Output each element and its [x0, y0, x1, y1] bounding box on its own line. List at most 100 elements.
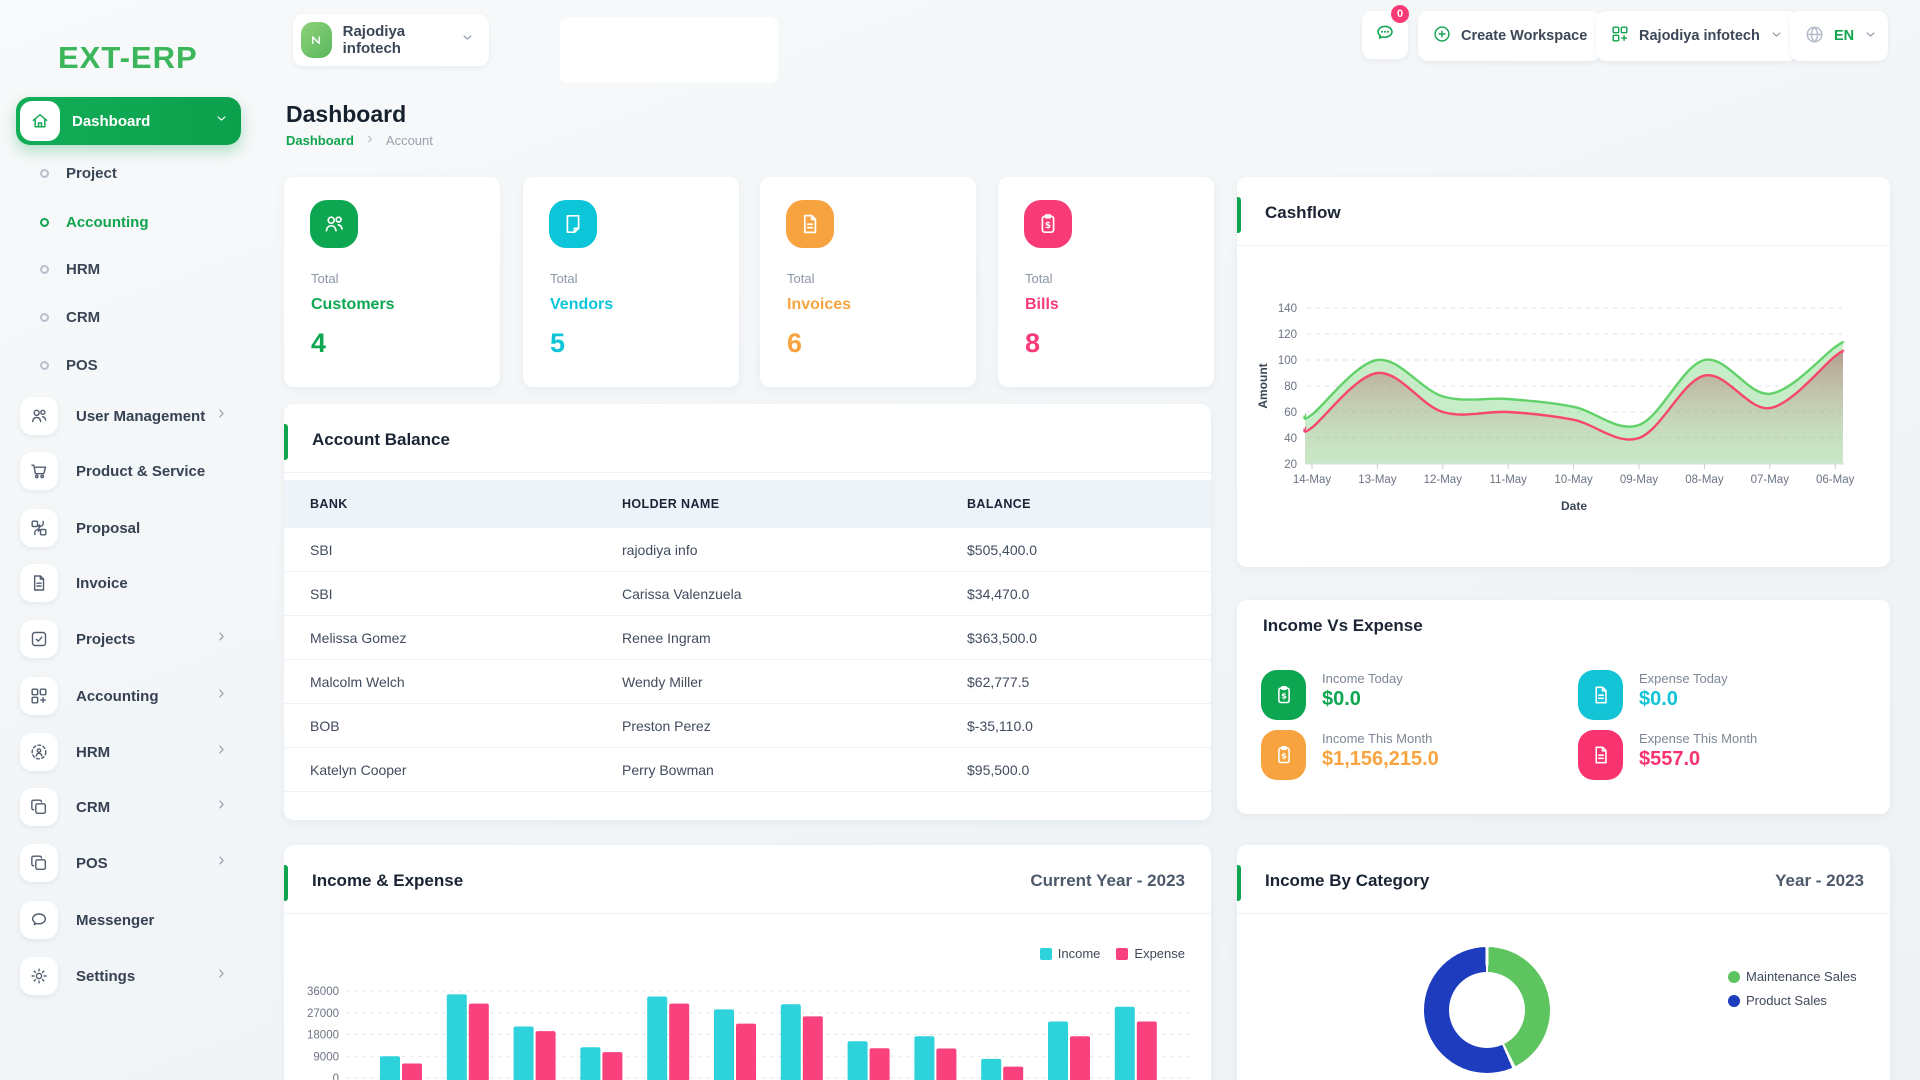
sidebar-item-proposal[interactable]: Proposal	[0, 509, 260, 547]
ive-label: Expense Today	[1639, 671, 1728, 686]
chat-icon	[20, 901, 58, 939]
svg-text:60: 60	[1284, 407, 1297, 419]
globe-icon	[1804, 24, 1825, 49]
sidebar-item-user-management[interactable]: User Management	[0, 397, 260, 435]
create-workspace-button[interactable]: Create Workspace	[1418, 11, 1602, 61]
card-title: Income Vs Expense	[1263, 616, 1423, 635]
svg-text:$: $	[1281, 751, 1287, 761]
cell-holder-name: rajodiya info	[622, 541, 698, 558]
ive-label: Income Today	[1322, 671, 1403, 686]
cell-bank: BOB	[310, 717, 340, 734]
table-row: Melissa Gomez Renee Ingram $363,500.0	[284, 616, 1211, 660]
cell-bank: SBI	[310, 541, 333, 558]
chevron-down-icon	[460, 30, 475, 50]
sidebar-item-pos[interactable]: POS	[0, 844, 260, 882]
stat-label: Customers	[311, 296, 395, 313]
svg-text:12-May: 12-May	[1424, 474, 1463, 486]
cell-holder-name: Carissa Valenzuela	[622, 585, 742, 602]
svg-text:Date: Date	[1561, 499, 1587, 513]
bullet-icon	[40, 264, 49, 274]
stat-card-customers[interactable]: Total Customers 4	[284, 177, 500, 387]
sidebar-item-crm[interactable]: CRM	[0, 788, 260, 826]
cell-holder-name: Renee Ingram	[622, 629, 711, 646]
donut-legend: Maintenance Sales Product Sales	[1728, 969, 1857, 1008]
sidebar-item-label: POS	[66, 356, 98, 374]
sidebar-item-settings[interactable]: Settings	[0, 957, 260, 995]
cell-holder-name: Wendy Miller	[622, 673, 703, 690]
stat-prefix: Total	[1025, 271, 1053, 286]
table-body: SBI rajodiya info $505,400.0 SBI Carissa Val…	[284, 528, 1211, 792]
workspace-chip[interactable]: Rajodiya infotech	[293, 14, 489, 66]
svg-text:140: 140	[1278, 303, 1297, 315]
stat-card-invoices[interactable]: Total Invoices 6	[760, 177, 976, 387]
svg-text:08-May: 08-May	[1685, 474, 1724, 486]
sidebar-item-product-service[interactable]: Product & Service	[0, 452, 260, 490]
sidebar-shortcut-accounting[interactable]: Accounting	[0, 208, 260, 236]
chevron-right-icon	[214, 629, 229, 649]
stat-prefix: Total	[550, 271, 578, 286]
file-text-icon	[1578, 730, 1623, 780]
sidebar-shortcut-project[interactable]: Project	[0, 159, 260, 187]
person-target-icon	[20, 733, 58, 771]
breadcrumb-root[interactable]: Dashboard	[286, 133, 354, 148]
legend-label: Product Sales	[1746, 993, 1827, 1008]
card-accent	[284, 424, 288, 460]
home-icon	[20, 101, 60, 141]
file-text-icon	[20, 564, 58, 602]
cell-bank: Melissa Gomez	[310, 629, 407, 646]
svg-text:27000: 27000	[307, 1008, 339, 1020]
legend-item-maintenance-sales[interactable]: Maintenance Sales	[1728, 969, 1857, 984]
sidebar-shortcut-pos[interactable]: POS	[0, 351, 260, 379]
income-expense-card: Income & Expense Current Year - 2023 Inc…	[284, 845, 1211, 1080]
card-subtitle: Year - 2023	[1775, 871, 1864, 890]
ive-value: $0.0	[1322, 688, 1361, 710]
chat-icon	[1374, 22, 1396, 48]
sidebar-item-invoice[interactable]: Invoice	[0, 564, 260, 602]
sidebar-item-label: CRM	[66, 308, 101, 326]
ive-value: $0.0	[1639, 688, 1678, 710]
svg-text:11-May: 11-May	[1489, 474, 1527, 486]
messages-badge: 0	[1391, 5, 1409, 23]
legend-swatch	[1728, 994, 1740, 1007]
svg-text:$: $	[1281, 691, 1287, 701]
clipboard-dollar-icon: $	[1261, 670, 1306, 720]
sidebar-item-label: Dashboard	[72, 112, 151, 130]
messages-button[interactable]: 0	[1362, 5, 1409, 59]
chevron-right-icon	[214, 853, 229, 873]
stat-value: 6	[787, 328, 803, 358]
cashflow-area-chart: 140 120 100 80 60 40 20 14-May 13-May 12-May 11-Ma…	[1256, 303, 1855, 513]
stat-value: 8	[1025, 328, 1041, 358]
stat-card-bills[interactable]: $ Total Bills 8	[998, 177, 1214, 387]
stat-card-vendors[interactable]: Total Vendors 5	[523, 177, 739, 387]
grid-plus-icon	[20, 677, 58, 715]
svg-text:18000: 18000	[307, 1030, 339, 1042]
cell-bank: Katelyn Cooper	[310, 761, 407, 778]
company-menu[interactable]: Rajodiya infotech	[1596, 11, 1798, 61]
cell-holder-name: Preston Perez	[622, 717, 711, 734]
table-row: BOB Preston Perez $-35,110.0	[284, 704, 1211, 748]
users-icon	[310, 200, 358, 248]
workspace-avatar-icon	[301, 22, 332, 58]
column-header: BALANCE	[967, 497, 1031, 511]
plus-circle-icon	[1432, 24, 1452, 48]
sidebar-item-label: Settings	[76, 967, 136, 985]
gear-icon	[20, 957, 58, 995]
breadcrumb-current: Account	[385, 133, 433, 148]
bullet-icon	[40, 217, 49, 227]
grid-plus-icon	[1610, 24, 1630, 48]
language-menu[interactable]: EN	[1790, 11, 1888, 61]
sidebar-item-projects[interactable]: Projects	[0, 620, 260, 658]
ive-label: Income This Month	[1322, 731, 1433, 746]
svg-text:40: 40	[1284, 433, 1297, 445]
table-row: SBI Carissa Valenzuela $34,470.0	[284, 572, 1211, 616]
bullet-icon	[40, 360, 49, 370]
sidebar-item-messenger[interactable]: Messenger	[0, 901, 260, 939]
sidebar-item-accounting[interactable]: Accounting	[0, 677, 260, 715]
sidebar-item-hrm[interactable]: HRM	[0, 733, 260, 771]
chevron-down-icon	[214, 111, 229, 131]
sidebar-shortcut-hrm[interactable]: HRM	[0, 255, 260, 283]
legend-item-product-sales[interactable]: Product Sales	[1728, 993, 1827, 1008]
sidebar-item-dashboard[interactable]: Dashboard	[16, 97, 241, 145]
sidebar-shortcut-crm[interactable]: CRM	[0, 303, 260, 331]
card-title: Income By Category	[1265, 871, 1430, 890]
